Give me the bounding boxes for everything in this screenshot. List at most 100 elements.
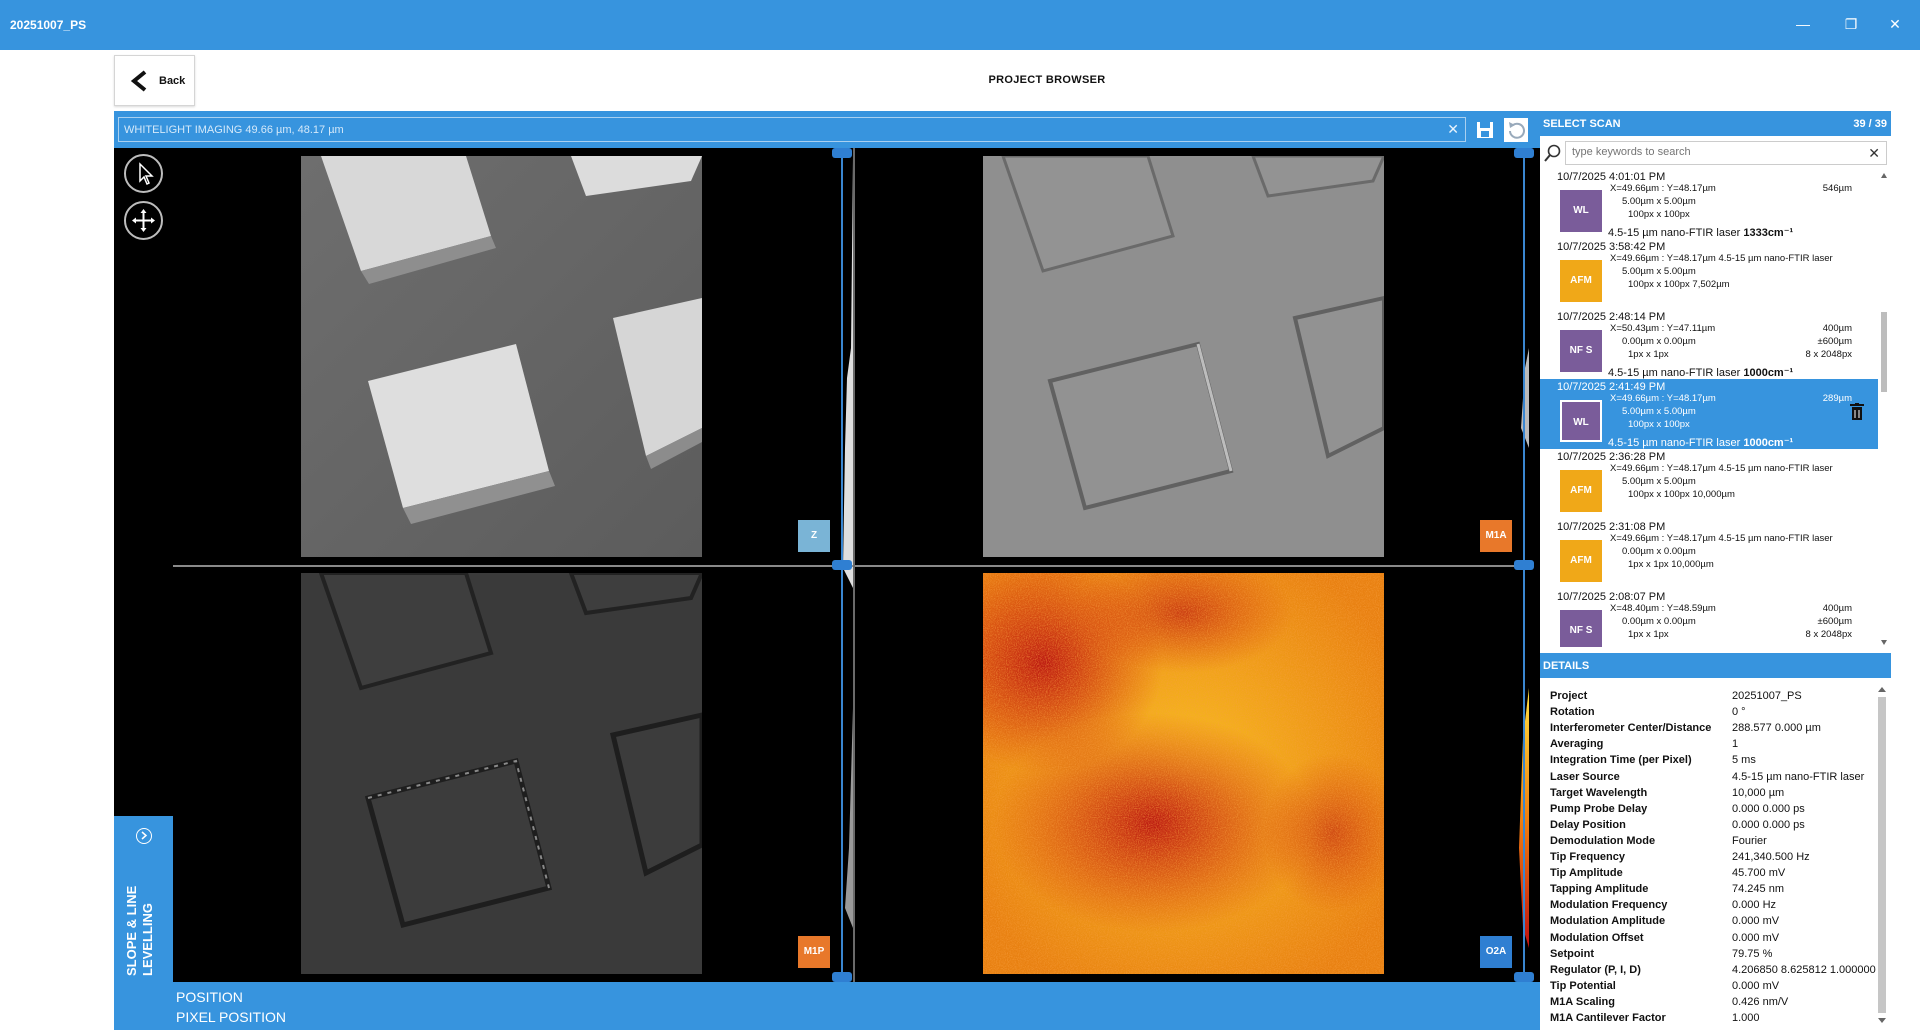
scan-list[interactable]: 10/7/2025 4:01:01 PM WL X=49.66µm : Y=48.1…: [1540, 169, 1878, 647]
details-row: Modulation Offset 0.000 mV: [1550, 932, 1880, 948]
pixel-position-label: PIXEL POSITION: [176, 1009, 286, 1025]
scan-list-item[interactable]: 10/7/2025 2:31:08 PM AFM X=49.66µm : Y=48.…: [1540, 519, 1878, 589]
scan-extra-3: 8 x 2048px: [1805, 629, 1852, 640]
scan-resolution: 100px x 100px 7,502µm: [1628, 279, 1730, 290]
details-value: 0.000 mV: [1732, 979, 1780, 992]
details-row: Project 20251007_PS: [1550, 690, 1880, 706]
details-key: M1A Scaling: [1550, 995, 1615, 1008]
restore-button[interactable]: ❐: [1840, 14, 1862, 34]
minimize-button[interactable]: —: [1792, 14, 1814, 34]
scan-extra-3: 8 x 2048px: [1805, 349, 1852, 360]
position-label: POSITION: [176, 989, 243, 1005]
scan-type-tile: WL: [1560, 190, 1602, 232]
details-value: 241,340.500 Hz: [1732, 851, 1810, 863]
scan-list-scrollbar[interactable]: [1880, 172, 1888, 646]
details-row: Tip Frequency 241,340.500 Hz: [1550, 851, 1880, 867]
scan-list-item[interactable]: 10/7/2025 2:48:14 PM NF S X=50.43µm : Y=47…: [1540, 309, 1878, 379]
position-bar: POSITION PIXEL POSITION: [114, 982, 1540, 1030]
scan-resolution: 1px x 1px 10,000µm: [1628, 559, 1714, 570]
scan-list-item[interactable]: 10/7/2025 2:08:07 PM NF S X=48.40µm : Y=48…: [1540, 589, 1878, 647]
scan-size: 5.00µm x 5.00µm: [1622, 266, 1696, 277]
scan-position: X=48.40µm : Y=48.59µm: [1610, 603, 1716, 614]
splitter-handle[interactable]: [1514, 560, 1534, 570]
channel-badge-z: Z: [798, 520, 830, 552]
scan-list-item[interactable]: 10/7/2025 2:36:28 PM AFM X=49.66µm : Y=48.…: [1540, 449, 1878, 519]
scan-list-item[interactable]: 10/7/2025 2:41:49 PM WL X=49.66µm : Y=48.1…: [1540, 379, 1878, 449]
details-row: M1A Cantilever Factor 1.000: [1550, 1012, 1880, 1028]
image-z-topography[interactable]: [301, 156, 702, 557]
clear-search-icon[interactable]: ✕: [1868, 145, 1880, 162]
details-key: Averaging: [1550, 738, 1604, 751]
image-o2a-amplitude[interactable]: [983, 573, 1384, 974]
details-key: Target Wavelength: [1550, 786, 1648, 799]
scan-date: 10/7/2025 2:36:28 PM: [1557, 451, 1666, 463]
slope-levelling-panel[interactable]: SLOPE & LINE LEVELLING: [114, 816, 173, 982]
scan-date: 10/7/2025 4:01:01 PM: [1557, 171, 1666, 183]
details-row: Interferometer Center/Distance 288.577 0.…: [1550, 722, 1880, 738]
splitter-handle[interactable]: [1514, 972, 1534, 982]
search-icon: [1544, 144, 1561, 162]
details-scrollbar[interactable]: [1876, 685, 1888, 1025]
scan-resolution: 100px x 100px: [1628, 419, 1690, 430]
pointer-icon: [139, 162, 154, 186]
details-row: Regulator (P, I, D) 4.206850 8.625812 1.0…: [1550, 964, 1880, 980]
scan-resolution: 1px x 1px: [1628, 629, 1669, 640]
details-key: Tip Frequency: [1550, 851, 1625, 863]
tools-column: [114, 148, 173, 816]
search-input[interactable]: [1572, 146, 1852, 158]
delete-icon[interactable]: [1850, 403, 1864, 421]
details-value: 0.000 0.000 ps: [1732, 818, 1805, 831]
splitter-handle[interactable]: [832, 148, 852, 158]
scan-size: 0.00µm x 0.00µm: [1622, 546, 1696, 557]
details-value: 1.000: [1732, 1012, 1760, 1024]
details-value: 10,000 µm: [1732, 786, 1785, 799]
details-value: 288.577 0.000 µm: [1732, 722, 1821, 735]
scan-position: X=49.66µm : Y=48.17µm: [1610, 183, 1716, 194]
scan-extra-2: ±600µm: [1817, 616, 1852, 627]
details-title: DETAILS: [1543, 660, 1590, 672]
details-row: Tip Potential 0.000 mV: [1550, 980, 1880, 996]
details-key: M1A Cantilever Factor: [1550, 1012, 1666, 1024]
details-value: 1: [1732, 738, 1739, 751]
pointer-tool-button[interactable]: [124, 154, 163, 193]
scan-position: X=50.43µm : Y=47.11µm: [1610, 323, 1716, 334]
scan-list-item[interactable]: 10/7/2025 3:58:42 PM AFM X=49.66µm : Y=48.…: [1540, 239, 1878, 309]
splitter-handle[interactable]: [832, 560, 852, 570]
scan-search-box[interactable]: ✕: [1565, 141, 1887, 165]
scan-type-tile: WL: [1560, 400, 1602, 442]
scan-laser: 4.5-15 µm nano-FTIR laser 1000cm⁻¹: [1608, 437, 1794, 449]
imaging-label-field[interactable]: WHITELIGHT IMAGING 49.66 µm, 48.17 µm ✕: [118, 117, 1466, 142]
image-m1a-amplitude[interactable]: [983, 156, 1384, 557]
details-row: Delay Position 0.000 0.000 ps: [1550, 819, 1880, 835]
details-key: Integration Time (per Pixel): [1550, 754, 1692, 767]
pan-move-icon: [132, 209, 155, 232]
splitter-handle[interactable]: [832, 972, 852, 982]
details-key: Rotation: [1550, 706, 1595, 719]
details-key: Tip Amplitude: [1550, 867, 1623, 880]
scan-size: 5.00µm x 5.00µm: [1622, 196, 1696, 207]
save-icon[interactable]: [1472, 117, 1498, 143]
scan-list-item[interactable]: 10/7/2025 4:01:01 PM WL X=49.66µm : Y=48.1…: [1540, 169, 1878, 239]
image-m1p-phase[interactable]: [301, 573, 702, 974]
clear-imaging-icon[interactable]: ✕: [1447, 121, 1459, 138]
panel-divider-vertical: [853, 148, 855, 982]
scan-extra-2: ±600µm: [1817, 336, 1852, 347]
details-row: Tip Amplitude 45.700 mV: [1550, 867, 1880, 883]
refresh-icon[interactable]: [1503, 117, 1529, 143]
details-value: 5 ms: [1732, 754, 1756, 767]
details-key: Modulation Amplitude: [1550, 915, 1666, 928]
splitter-handle[interactable]: [1514, 148, 1534, 158]
scan-count: 39 / 39: [1853, 118, 1887, 130]
close-window-button[interactable]: ✕: [1884, 14, 1906, 34]
details-header: DETAILS: [1540, 653, 1891, 678]
scan-size: 0.00µm x 0.00µm: [1622, 336, 1696, 347]
details-value: 0.000 Hz: [1732, 899, 1777, 912]
scan-position: X=49.66µm : Y=48.17µm 4.5-15 µm nano-FTI…: [1610, 253, 1833, 264]
details-row: Averaging 1: [1550, 738, 1880, 754]
details-value: 0 °: [1732, 706, 1746, 719]
scan-type-tile: AFM: [1560, 260, 1602, 302]
scan-extra-1: 400µm: [1822, 603, 1852, 614]
scan-wavenumber: 1000cm⁻¹: [1743, 437, 1794, 449]
scan-laser: 4.5-15 µm nano-FTIR laser 2000cm⁻¹: [1608, 646, 1793, 647]
pan-tool-button[interactable]: [124, 201, 163, 240]
